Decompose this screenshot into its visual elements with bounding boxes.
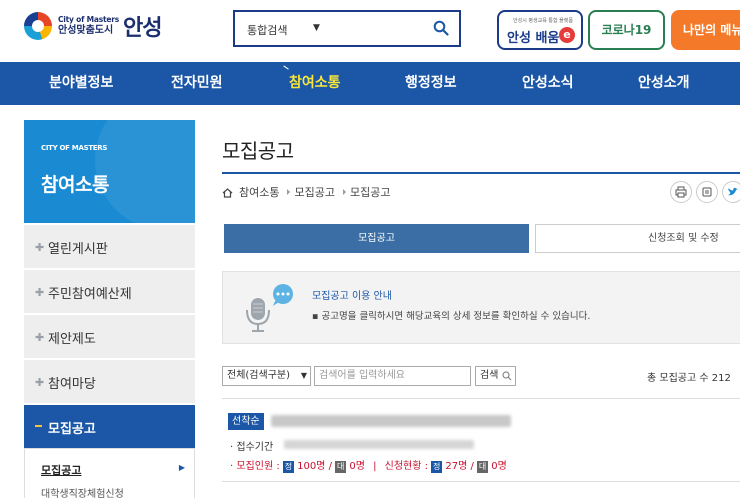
sidebar-item-label: 주민참여예산제 — [48, 287, 132, 302]
search-scope-select[interactable]: 통합검색 — [247, 22, 287, 38]
announcement-title-blurred[interactable] — [271, 415, 511, 427]
recruit-regular-count: 100명 — [297, 461, 326, 472]
breadcrumb-separator-icon — [342, 189, 346, 195]
logo-korean-small: 안성맞춤도시 — [58, 24, 114, 36]
twitter-icon — [728, 187, 738, 196]
sidebar-item-label: 모집공고 — [48, 422, 96, 437]
waitlist-chip: 대 — [335, 461, 347, 473]
list-row-border — [222, 481, 740, 482]
tab-application-lookup[interactable]: 신청조회 및 수정 — [535, 224, 740, 253]
plus-icon: ✚ — [35, 241, 45, 254]
apply-label: 신청현황 : — [384, 461, 428, 472]
e-badge-icon: e — [559, 27, 575, 43]
corona19-button[interactable]: 코로나19 — [588, 10, 665, 50]
search-button[interactable]: 검색 — [475, 366, 516, 386]
search-type-value: 전체(검색구분) — [227, 370, 291, 381]
submenu-item-recruitment[interactable]: 모집공고 — [41, 462, 81, 478]
logo-text: City of Masters 안성맞춤도시 — [58, 16, 119, 36]
printer-icon — [702, 187, 712, 197]
sidebar-item-label: 열린게시판 — [48, 242, 108, 257]
guide-description: ▪ 공고명을 클릭하시면 해당교육의 상세 정보를 확인하실 수 있습니다. — [312, 311, 591, 322]
guide-title: 모집공고 이용 안내 — [312, 291, 392, 302]
logo-korean-big: 안성 — [123, 16, 162, 41]
breadcrumb-item[interactable]: 참여소통 — [239, 186, 279, 199]
sidebar-item-proposal[interactable]: ✚ 제안제도 — [24, 314, 195, 358]
sidebar-submenu: 모집공고 ▶ 대학생직장체험신청 — [24, 448, 195, 498]
sidebar-item-label: 제안제도 — [48, 332, 96, 347]
regular-chip: 정 — [431, 461, 443, 473]
application-period-label: · 접수기간 — [230, 442, 274, 453]
active-indicator — [283, 65, 289, 70]
search-icon — [502, 371, 512, 381]
nav-news[interactable]: 안성소식 — [522, 62, 574, 105]
plus-icon: ✚ — [35, 331, 45, 344]
chevron-down-icon: ▼ — [300, 371, 307, 380]
breadcrumb-item[interactable]: 모집공고 — [350, 186, 390, 199]
page: City of Masters 안성맞춤도시 안성 통합검색 ▼ 안성시 평생교… — [0, 0, 740, 498]
copy-url-button[interactable] — [696, 181, 718, 203]
nav-about[interactable]: 안성소개 — [638, 62, 690, 105]
list-top-border — [222, 398, 740, 399]
search-type-select[interactable]: 전체(검색구분) ▼ — [222, 366, 311, 386]
sidebar-item-label: 참여마당 — [48, 377, 96, 392]
caret-right-icon: ▶ — [178, 463, 185, 472]
print-button[interactable] — [670, 181, 692, 203]
sidebar-item-participatory-budget[interactable]: ✚ 주민참여예산제 — [24, 269, 195, 313]
baeum-caption: 안성시 평생교육 통합 플랫폼 — [513, 18, 573, 24]
nav-admin-info[interactable]: 행정정보 — [405, 62, 457, 105]
my-menu-button[interactable]: 나만의 메뉴 — [671, 10, 740, 50]
site-logo[interactable]: City of Masters 안성맞춤도시 안성 — [24, 10, 163, 42]
status-badge: 선착순 — [228, 413, 264, 430]
regular-chip: 정 — [282, 461, 294, 473]
search-button-label: 검색 — [480, 370, 499, 381]
divider: | — [373, 461, 377, 472]
waitlist-chip: 대 — [477, 461, 489, 473]
sidebar-header: CITY OF MASTERS 참여소통 — [24, 120, 195, 223]
recruit-label: · 모집인원 : — [230, 461, 280, 472]
slash: / — [470, 461, 474, 472]
chevron-down-icon: ▼ — [313, 23, 320, 33]
sidebar-item-open-board[interactable]: ✚ 열린게시판 — [24, 224, 195, 268]
tab-recruitment[interactable]: 모집공고 — [224, 224, 529, 253]
logo-english: City of Masters — [58, 15, 120, 25]
submenu-item-student-job[interactable]: 대학생직장체험신청 — [41, 485, 124, 498]
nav-participation[interactable]: 참여소통 — [289, 62, 341, 105]
nav-field-info[interactable]: 분야별정보 — [49, 62, 113, 105]
home-icon[interactable] — [222, 188, 233, 198]
plus-icon: ✚ — [35, 376, 45, 389]
sidebar-english: CITY OF MASTERS — [41, 144, 108, 152]
slash: / — [328, 461, 332, 472]
site-header: City of Masters 안성맞춤도시 안성 통합검색 ▼ 안성시 평생교… — [0, 0, 740, 62]
city-emblem-icon — [24, 12, 52, 40]
nav-e-civil[interactable]: 전자민원 — [171, 62, 223, 105]
main-navigation: 분야별정보 전자민원 참여소통 행정정보 안성소식 안성소개 — [0, 62, 740, 105]
application-period-blurred — [284, 440, 474, 449]
apply-regular-count: 27명 — [445, 461, 468, 472]
baeum-label: 안성 배움 — [507, 31, 560, 46]
twitter-share-button[interactable] — [722, 181, 740, 203]
print-icon — [675, 186, 687, 198]
usage-guide-box: 모집공고 이용 안내 ▪ 공고명을 클릭하시면 해당교육의 상세 정보를 확인하… — [222, 271, 740, 344]
sidebar-item-participation-square[interactable]: ✚ 참여마당 — [24, 359, 195, 403]
keyword-input[interactable]: 검색어를 입력하세요 — [314, 366, 471, 386]
sidebar-item-recruitment[interactable]: - 모집공고 — [24, 404, 195, 448]
page-title: 모집공고 — [222, 139, 294, 163]
microphone-speech-icon — [246, 284, 293, 332]
anseong-baeum-button[interactable]: 안성시 평생교육 통합 플랫폼 안성 배움 e — [497, 10, 583, 50]
unified-search-box: 통합검색 ▼ — [233, 10, 461, 47]
breadcrumb-item[interactable]: 모집공고 — [294, 186, 334, 199]
apply-waitlist-count: 0명 — [491, 461, 507, 472]
title-divider — [222, 172, 740, 174]
plus-icon: ✚ — [35, 286, 45, 299]
sidebar-title: 참여소통 — [41, 174, 109, 196]
recruitment-stats: · 모집인원 : 정 100명 / 대 0명 | 신청현황 : 정 27명 / … — [230, 457, 507, 473]
breadcrumb-separator-icon — [287, 189, 291, 195]
search-icon[interactable] — [433, 20, 449, 36]
minus-icon: - — [35, 425, 42, 427]
recruit-waitlist-count: 0명 — [349, 461, 365, 472]
breadcrumb: 참여소통 모집공고 모집공고 — [222, 184, 390, 200]
total-count: 총 모집공고 수 212 — [647, 373, 731, 384]
